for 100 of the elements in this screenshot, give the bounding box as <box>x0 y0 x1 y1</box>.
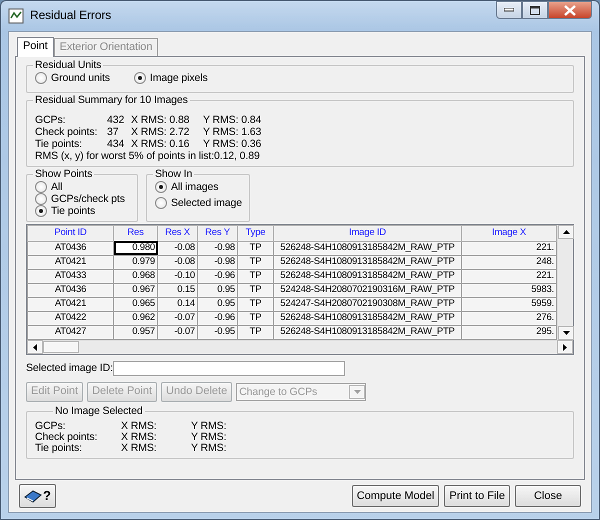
group-title: Residual Units <box>34 60 102 72</box>
table-cell: 0.15 <box>158 283 198 298</box>
row-label: GCPs: <box>35 421 66 432</box>
y-rms-value: Y RMS: 0.84 <box>203 114 262 126</box>
table-cell: 0.962 <box>114 311 158 326</box>
column-header[interactable]: Res Y <box>198 225 238 242</box>
table-cell: -0.98 <box>198 255 238 270</box>
table-cell: 5959. <box>462 297 556 312</box>
table-cell: 0.965 <box>114 297 158 312</box>
group-title: Show In <box>154 169 194 181</box>
x-rms-label: X RMS: <box>121 432 158 444</box>
table-cell: AT0422 <box>28 311 114 326</box>
table-cell: TP <box>238 241 274 256</box>
table-cell: -0.08 <box>158 255 198 270</box>
table-cell: -0.07 <box>158 325 198 340</box>
radio-label: Image pixels <box>150 72 208 84</box>
radio-label: All images <box>171 180 218 193</box>
table-cell: 0.95 <box>198 283 238 298</box>
table-cell: 295. <box>462 325 556 340</box>
radio-label: GCPs/check pts <box>51 192 125 205</box>
count-value: 432 <box>107 114 126 126</box>
vertical-scrollbar[interactable] <box>557 224 573 340</box>
app-icon <box>8 8 24 24</box>
radio-button[interactable] <box>155 180 167 193</box>
table-cell: 0.967 <box>114 283 158 298</box>
footer-button[interactable]: Print to File <box>444 485 510 507</box>
table-cell: 526248-S4H1080913185842M_RAW_PTP <box>274 311 462 326</box>
table-cell: TP <box>238 283 274 298</box>
radio-button[interactable] <box>35 180 47 193</box>
table-cell: 526248-S4H1080913185842M_RAW_PTP <box>274 269 462 284</box>
tab[interactable]: Point <box>17 37 54 57</box>
scroll-right-icon[interactable] <box>557 340 573 354</box>
group-title: No Image Selected <box>54 406 144 418</box>
scroll-down-icon[interactable] <box>558 326 574 340</box>
radio-button[interactable] <box>155 196 167 209</box>
radio-button[interactable] <box>134 72 146 84</box>
row-label: Tie points: <box>35 443 82 454</box>
scroll-thumb[interactable] <box>43 341 79 354</box>
x-rms-label: X RMS: <box>121 421 158 432</box>
maximize-button[interactable] <box>522 1 548 19</box>
table-cell: -0.98 <box>198 241 238 256</box>
column-header[interactable]: Image X <box>462 225 556 242</box>
table-cell: 0.980 <box>114 241 158 256</box>
window-title: Residual Errors <box>30 9 112 23</box>
close-button[interactable] <box>548 1 592 19</box>
radio-label: Tie points <box>51 204 96 217</box>
minimize-button[interactable] <box>496 1 522 19</box>
table-cell: 0.14 <box>158 297 198 312</box>
table-cell: 5983. <box>462 283 556 298</box>
scroll-left-icon[interactable] <box>27 340 43 354</box>
column-header[interactable]: Res <box>114 225 158 242</box>
table-cell: 248. <box>462 255 556 270</box>
table-cell: AT0436 <box>28 283 114 298</box>
radio-label: Ground units <box>51 72 110 84</box>
book-icon <box>24 489 42 503</box>
x-rms-value: X RMS: 0.16 <box>131 138 190 150</box>
table-cell: 0.968 <box>114 269 158 284</box>
table-cell: TP <box>238 269 274 284</box>
column-header[interactable]: Res X <box>158 225 198 242</box>
help-button[interactable]: ? <box>19 484 56 508</box>
radio-button[interactable] <box>35 72 47 84</box>
group-title: Show Points <box>34 169 94 181</box>
y-rms-value: Y RMS: 0.36 <box>203 138 262 150</box>
table-cell: AT0427 <box>28 325 114 340</box>
table-cell: -0.07 <box>158 311 198 326</box>
table-cell: 276. <box>462 311 556 326</box>
table-cell: TP <box>238 311 274 326</box>
table-cell: AT0421 <box>28 255 114 270</box>
worst-rms-text: RMS (x, y) for worst 5% of points in list:0.12, 0.89 <box>35 150 261 162</box>
column-header[interactable]: Point ID <box>28 225 114 242</box>
close-icon <box>564 4 576 16</box>
scroll-up-icon[interactable] <box>558 224 574 239</box>
table-cell: -0.08 <box>158 241 198 256</box>
footer-button[interactable]: Close <box>515 485 581 507</box>
table-cell: 221. <box>462 241 556 256</box>
count-value: 434 <box>107 138 126 150</box>
group-title: Residual Summary for 10 Images <box>34 94 189 106</box>
table-cell: 526248-S4H1080913185842M_RAW_PTP <box>274 241 462 256</box>
image-id-field[interactable] <box>112 360 345 376</box>
radio-button[interactable] <box>35 204 47 217</box>
radio-button[interactable] <box>35 192 47 205</box>
table-cell: 524247-S4H2080702190308M_RAW_PTP <box>274 297 462 312</box>
table-cell: TP <box>238 297 274 312</box>
column-header[interactable]: Image ID <box>274 225 462 242</box>
table-cell: TP <box>238 325 274 340</box>
footer-button[interactable]: Compute Model <box>352 485 440 507</box>
y-rms-label: Y RMS: <box>191 421 226 432</box>
table-cell: -0.10 <box>158 269 198 284</box>
radio-label: Selected image <box>171 196 242 209</box>
column-header[interactable]: Type <box>238 225 274 242</box>
minimize-icon <box>504 8 514 12</box>
table-cell: TP <box>238 255 274 270</box>
y-rms-label: Y RMS: <box>191 432 226 444</box>
table-cell: AT0421 <box>28 297 114 312</box>
table-cell: 0.979 <box>114 255 158 270</box>
horizontal-scrollbar[interactable] <box>27 340 573 354</box>
y-rms-value: Y RMS: 1.63 <box>203 126 262 138</box>
table-cell: 526248-S4H1080913185842M_RAW_PTP <box>274 325 462 340</box>
table-cell: 0.957 <box>114 325 158 340</box>
table-cell: 526248-S4H1080913185842M_RAW_PTP <box>274 255 462 270</box>
